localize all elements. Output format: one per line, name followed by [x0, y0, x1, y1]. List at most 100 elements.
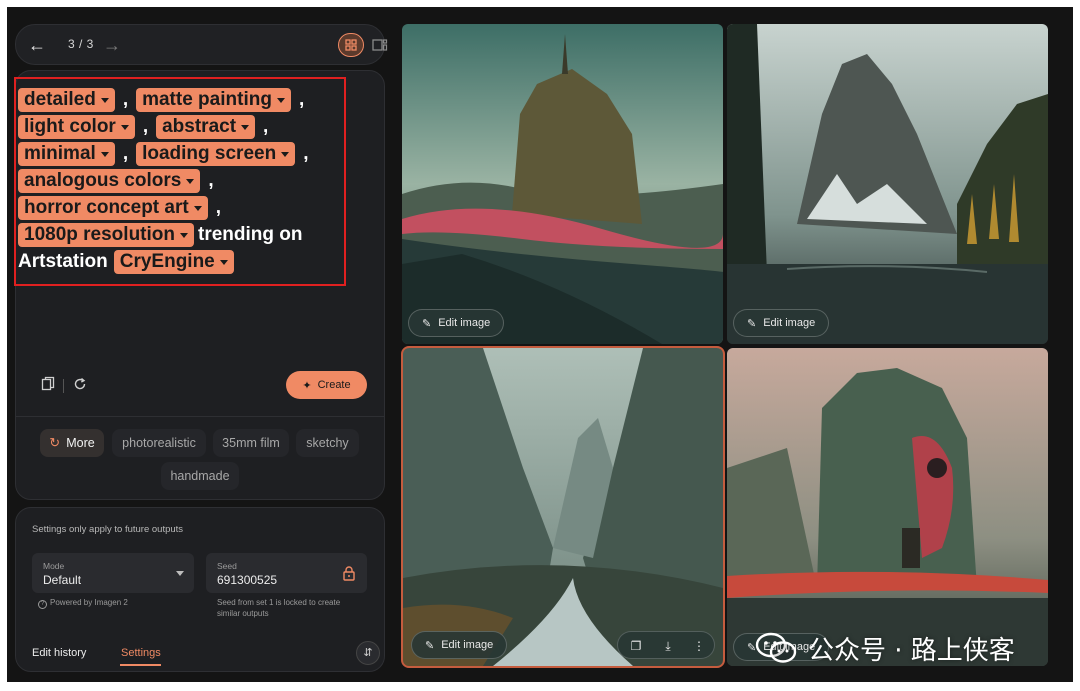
prompt-separator: ,	[263, 116, 269, 137]
landscape-image	[727, 348, 1048, 666]
prompt-chip[interactable]: loading screen	[136, 142, 296, 166]
prompt-chip-label: 1080p resolution	[24, 224, 175, 245]
divider	[16, 416, 384, 417]
landscape-image	[403, 348, 723, 666]
chevron-down-icon	[180, 232, 188, 238]
wechat-logo-icon	[754, 631, 798, 665]
prompt-separator: ,	[298, 89, 305, 110]
seed-label: Seed	[217, 561, 237, 571]
more-label: More	[66, 436, 95, 450]
prompt-line: analogous colors,	[18, 168, 222, 194]
prompt-chip-label: analogous colors	[24, 170, 182, 191]
prompt-text: trending on	[198, 224, 303, 245]
single-view-button[interactable]	[368, 33, 392, 57]
create-label: Create	[317, 379, 351, 391]
prompt-chip[interactable]: minimal	[18, 142, 115, 166]
prompt-chip-label: horror concept art	[24, 197, 189, 218]
prompt-chip[interactable]: 1080p resolution	[18, 223, 194, 247]
chevron-down-icon	[219, 259, 228, 265]
chevron-down-icon	[281, 151, 290, 157]
image-toolbar: ❐ ⤓ ⋮	[617, 631, 715, 659]
seed-note-line: similar outputs	[217, 609, 269, 618]
generated-image-3[interactable]	[401, 346, 725, 668]
prompt-chip[interactable]: CryEngine	[113, 250, 234, 274]
prompt-line: Artstation CryEngine	[18, 249, 234, 275]
prompt-separator: ,	[208, 170, 214, 191]
seed-note: Seed from set 1 is locked to create simi…	[217, 597, 340, 619]
prompt-chip[interactable]: horror concept art	[18, 196, 208, 220]
generated-image-2[interactable]	[727, 24, 1048, 344]
divider	[63, 379, 64, 393]
edit-image-label: Edit image	[441, 639, 494, 651]
prompt-chip[interactable]: detailed	[18, 88, 115, 112]
back-arrow-icon[interactable]: ←	[26, 34, 48, 56]
help-icon: ?	[38, 600, 47, 609]
download-icon[interactable]: ⤓	[659, 637, 677, 655]
prompt-separator: ,	[122, 89, 129, 110]
suggestion-chip[interactable]: handmade	[161, 462, 239, 490]
powered-by-note: ? Powered by Imagen 2	[38, 597, 128, 609]
settings-note: Settings only apply to future outputs	[32, 524, 184, 535]
chevron-down-icon	[120, 124, 129, 130]
prompt-chip-label: abstract	[162, 116, 237, 137]
prompt-chip[interactable]: abstract	[156, 115, 256, 139]
create-button[interactable]: ✦ Create	[286, 371, 367, 399]
active-tab-indicator	[120, 664, 161, 666]
suggestion-chip[interactable]: sketchy	[296, 429, 359, 457]
prompt-line: 1080p resolution trending on	[18, 222, 302, 248]
grid-view-icon	[345, 39, 357, 51]
forward-arrow-icon[interactable]: →	[101, 34, 123, 56]
prompt-chip-label: CryEngine	[119, 251, 215, 272]
edit-image-button[interactable]: ✎ Edit image	[408, 309, 505, 337]
chevron-down-icon	[276, 97, 285, 103]
chevron-down-icon	[241, 124, 250, 130]
lock-icon[interactable]	[343, 566, 357, 582]
prompt-tools	[34, 372, 96, 400]
prompt-line: horror concept art,	[18, 195, 229, 221]
magic-wand-icon: ✎	[747, 317, 757, 330]
seed-field[interactable]: Seed 691300525	[206, 553, 367, 593]
prompt-separator: ,	[303, 143, 309, 164]
watermark: 公众号 · 路上侠客	[754, 628, 1015, 668]
generated-image-4[interactable]	[727, 348, 1048, 666]
prompt-chip[interactable]: light color	[18, 115, 135, 139]
edit-image-button[interactable]: ✎ Edit image	[411, 631, 508, 659]
more-vert-icon[interactable]: ⋮	[690, 637, 708, 655]
copy-icon[interactable]	[38, 376, 58, 396]
sparkle-icon: ✦	[302, 379, 312, 392]
prompt-line: detailed, matte painting,	[18, 87, 312, 113]
prompt-chip[interactable]: analogous colors	[18, 169, 201, 193]
mode-label: Mode	[43, 561, 65, 571]
suggestion-chip[interactable]: photorealistic	[112, 429, 206, 457]
landscape-image	[402, 24, 723, 344]
grid-view-button[interactable]	[338, 33, 364, 57]
single-view-icon	[372, 39, 388, 51]
edit-image-button[interactable]: ✎ Edit image	[733, 309, 830, 337]
output-counter: 3 / 3	[68, 37, 94, 51]
expand-collapse-button[interactable]: ⇵	[356, 641, 380, 665]
tab-edit-history[interactable]: Edit history	[32, 647, 86, 659]
prompt-chip-label: loading screen	[142, 143, 277, 164]
copy-icon[interactable]: ❐	[627, 637, 645, 655]
edit-image-label: Edit image	[763, 317, 816, 329]
prompt-line: minimal, loading screen,	[18, 141, 316, 167]
prompt-chip[interactable]: matte painting	[136, 88, 291, 112]
chevron-down-icon	[193, 205, 202, 211]
prompt-separator: ,	[122, 143, 129, 164]
watermark-text: 公众号 · 路上侠客	[808, 635, 1015, 666]
prompt-separator: ,	[142, 116, 149, 137]
generated-image-1[interactable]	[402, 24, 723, 344]
unfold-icon: ⇵	[363, 647, 373, 659]
mode-select[interactable]: Mode Default	[32, 553, 194, 593]
chevron-down-icon	[176, 571, 184, 576]
chevron-down-icon	[100, 151, 109, 157]
refresh-icon[interactable]	[70, 376, 90, 396]
suggestion-chip[interactable]: 35mm film	[213, 429, 289, 457]
prompt-text: Artstation	[18, 251, 108, 272]
tab-settings[interactable]: Settings	[121, 647, 161, 659]
magic-wand-icon: ✎	[422, 317, 432, 330]
seed-note-line: Seed from set 1 is locked to create	[217, 598, 341, 607]
prompt-chip-label: light color	[24, 116, 116, 137]
landscape-image	[727, 24, 1048, 344]
more-suggestions-button[interactable]: ↻ More	[40, 429, 104, 457]
